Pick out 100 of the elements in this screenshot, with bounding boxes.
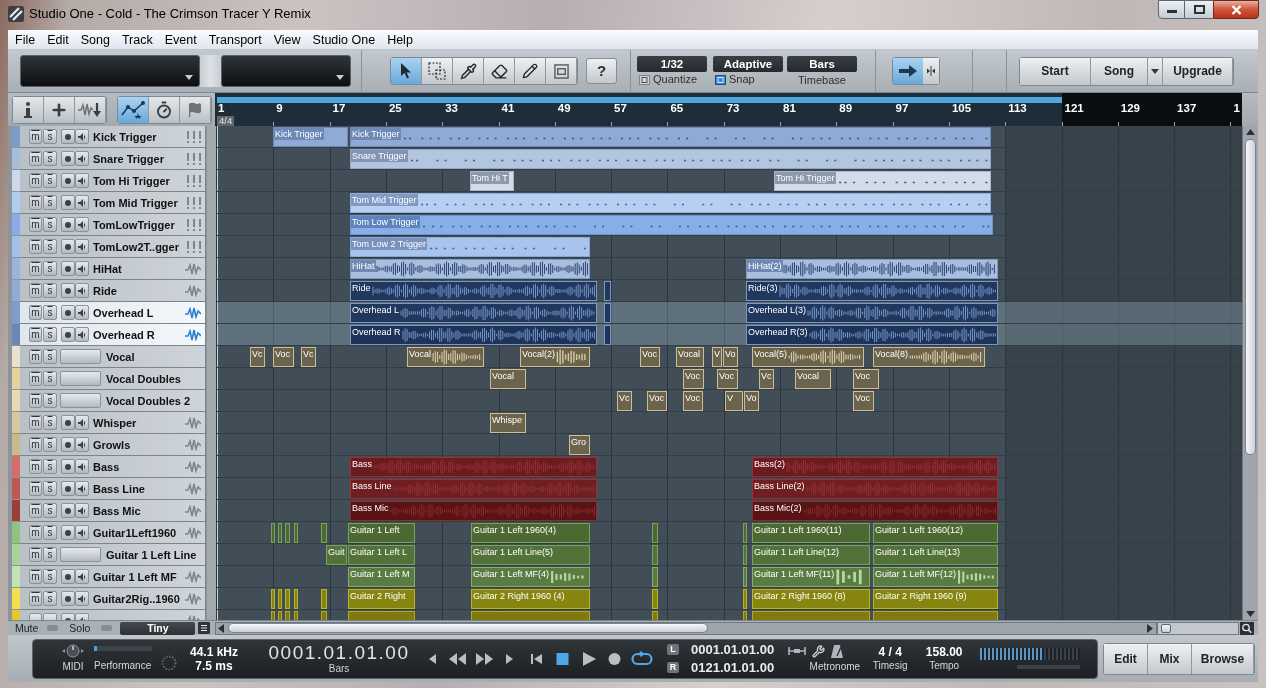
minimize-button[interactable] [1158, 0, 1185, 19]
record-button[interactable] [61, 129, 75, 144]
page-button[interactable]: Start [1020, 57, 1091, 85]
mute-button[interactable]: m [29, 129, 42, 144]
audio-event[interactable]: Voc [683, 369, 704, 389]
audio-event[interactable] [604, 325, 611, 345]
record-button[interactable] [61, 459, 75, 474]
audio-event[interactable]: Guitar 1 Left 1960(4) [471, 523, 590, 543]
track-header[interactable]: m s Overhead L [20, 302, 206, 324]
solo-button[interactable]: s [43, 503, 57, 518]
tool-button[interactable] [515, 58, 546, 84]
solo-button[interactable]: s [43, 173, 57, 188]
audio-event[interactable]: Vocal(8) [873, 347, 985, 367]
solo-button[interactable]: s [43, 371, 57, 386]
track-header[interactable]: m s Guitar 1 Left MF [20, 566, 206, 588]
audio-event[interactable]: Voc [683, 391, 703, 411]
solo-button[interactable]: s [43, 151, 57, 166]
audio-event[interactable]: Bass Mic [350, 501, 597, 521]
record-button[interactable] [61, 569, 75, 584]
magnifier-icon[interactable] [1240, 621, 1255, 635]
record-button[interactable] [61, 283, 75, 298]
audio-event[interactable]: Bass(2) [752, 457, 998, 477]
track-header[interactable]: m s Kick Trigger [20, 126, 206, 148]
track-header[interactable]: m s Whisper [20, 412, 206, 434]
monitor-button[interactable] [75, 195, 89, 210]
solo-button[interactable]: s [43, 481, 57, 496]
audio-event[interactable]: Guitar 1 Left MF(12) [873, 567, 998, 587]
track-header[interactable]: m s Ride [20, 280, 206, 302]
audio-event[interactable]: Bass Mic(2) [752, 501, 998, 521]
menu-item[interactable]: Track [115, 30, 159, 49]
monitor-button[interactable] [75, 525, 89, 540]
monitor-button[interactable] [75, 591, 89, 606]
record-button[interactable] [61, 591, 75, 606]
audio-event[interactable]: Vocal(2) [520, 347, 590, 367]
mute-button[interactable]: m [29, 503, 42, 518]
record-button[interactable] [61, 525, 75, 540]
audio-event[interactable]: Guitar 1 Left Line(5) [471, 545, 590, 565]
audio-event[interactable]: Voc [273, 347, 294, 367]
solo-button[interactable]: s [43, 525, 57, 540]
tool-button[interactable] [453, 58, 484, 84]
monitor-button[interactable] [75, 459, 89, 474]
audio-event[interactable]: Voc [853, 391, 874, 411]
record-button[interactable] [61, 327, 75, 342]
audio-event[interactable]: Ride(3) [746, 281, 998, 301]
tool-button[interactable] [546, 58, 577, 84]
audio-event[interactable]: Guitar 2 Right 1960 (4) [471, 589, 590, 609]
track-header[interactable]: m s TomLow2T..gger [20, 236, 206, 258]
record-button[interactable] [61, 217, 75, 232]
audio-event[interactable]: Guitar 1 Left Line(13) [873, 545, 998, 565]
audio-event[interactable]: Voc [853, 369, 879, 389]
audio-event[interactable]: Overhead R [350, 325, 597, 345]
solo-button[interactable]: s [43, 239, 57, 254]
menu-item[interactable]: Transport [202, 30, 268, 49]
quantize-toggle-icon[interactable] [639, 74, 650, 85]
mute-button[interactable]: m [29, 305, 42, 320]
audio-event[interactable]: Guitar 1 Left 1960(11) [752, 523, 870, 543]
record-button[interactable] [61, 151, 75, 166]
audio-event[interactable]: Guitar 2 Right [348, 589, 415, 609]
snap-toggle-icon[interactable] [715, 74, 726, 85]
track-header[interactable]: m s Vocal Doubles [20, 368, 206, 390]
scroll-thumb[interactable] [228, 623, 709, 633]
audio-event[interactable]: Bass Line [350, 479, 597, 499]
precount-icon[interactable] [788, 646, 807, 656]
mute-button[interactable]: m [29, 459, 42, 474]
audio-event[interactable]: Guitar 1 Left MF(11) [752, 567, 870, 587]
snap-selector[interactable]: Adaptive [713, 55, 783, 72]
audio-event[interactable]: Vc [759, 369, 774, 389]
audio-event[interactable]: Overhead R(3) [746, 325, 998, 345]
help-button[interactable]: ? [586, 58, 617, 84]
zoom-slider[interactable] [1157, 621, 1240, 635]
monitor-button[interactable] [75, 261, 89, 276]
mute-button[interactable]: m [29, 151, 42, 166]
solo-button[interactable]: s [43, 437, 57, 452]
audio-event[interactable]: Vc [301, 347, 316, 367]
audio-event[interactable]: Vocal(5) [752, 347, 864, 367]
audio-event[interactable]: Bass [350, 457, 597, 477]
page-button[interactable]: Upgrade [1163, 57, 1233, 85]
monitor-button[interactable] [75, 305, 89, 320]
solo-button[interactable]: s [43, 569, 57, 584]
splitter-handle[interactable] [200, 55, 221, 87]
record-button[interactable] [61, 415, 75, 430]
audio-event[interactable]: Voc [647, 391, 667, 411]
monitor-button[interactable] [75, 437, 89, 452]
menu-item[interactable]: Help [381, 30, 419, 49]
audio-event[interactable]: Vo [723, 347, 738, 367]
audio-event[interactable]: Vocal [490, 369, 526, 389]
tool-button[interactable] [484, 58, 515, 84]
record-button[interactable] [61, 481, 75, 496]
track-header[interactable]: m s Growls [20, 434, 206, 456]
solo-button[interactable]: s [43, 547, 57, 562]
monitor-button[interactable] [75, 283, 89, 298]
empty-slot[interactable] [60, 349, 101, 364]
tool-button[interactable] [391, 58, 422, 84]
audio-event[interactable]: Guitar 1 Left [348, 523, 415, 543]
mute-button[interactable]: m [29, 173, 42, 188]
menu-item[interactable]: File [9, 30, 42, 49]
menu-item[interactable]: Song [74, 30, 116, 49]
record-button[interactable] [61, 261, 75, 276]
follow-button[interactable] [893, 58, 923, 84]
audio-event[interactable]: Vc [250, 347, 265, 367]
